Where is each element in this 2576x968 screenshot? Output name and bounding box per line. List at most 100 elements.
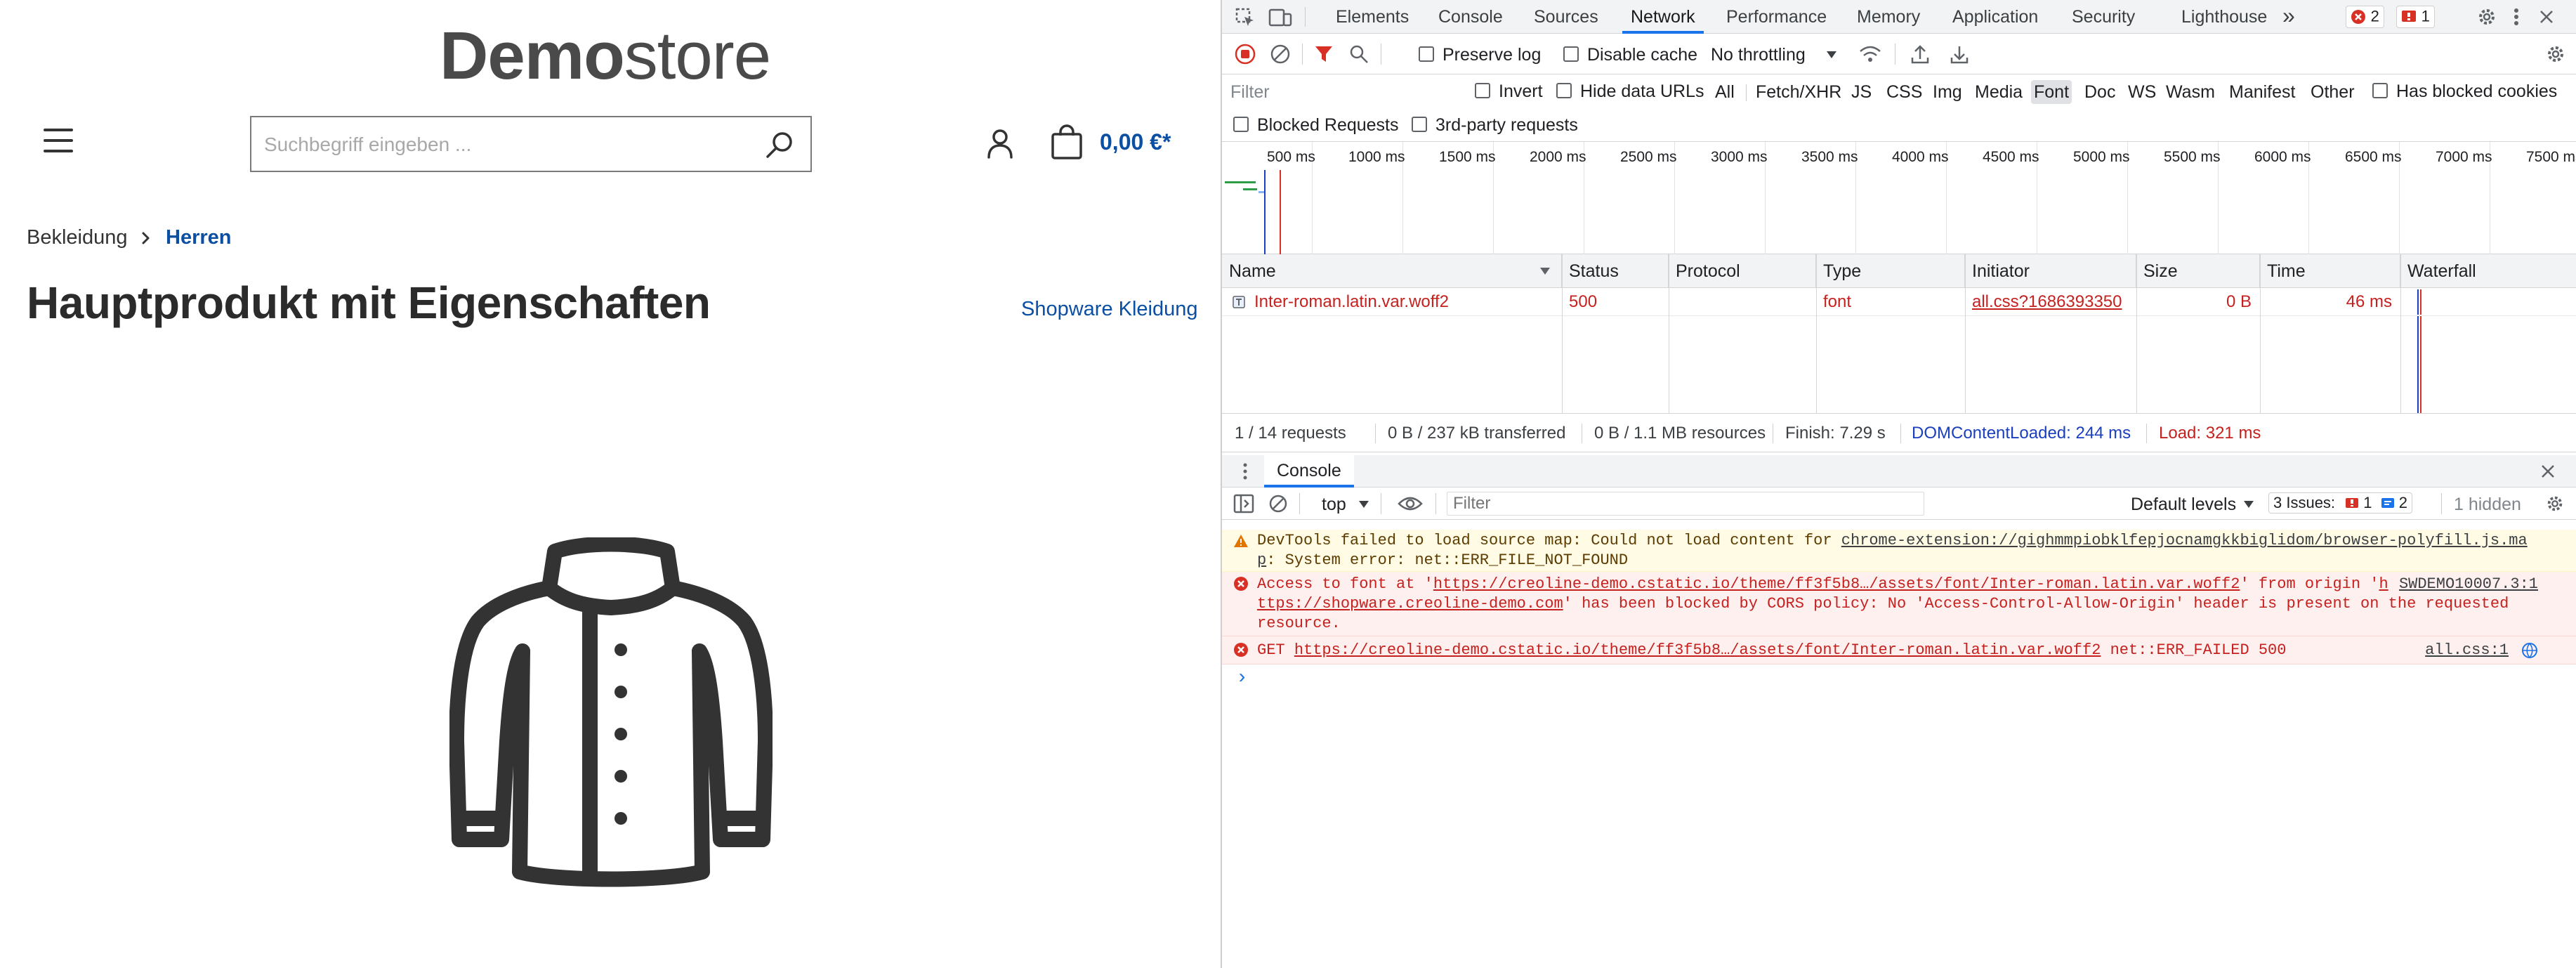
column-type[interactable]: Type [1816,254,1965,288]
request-initiator-link[interactable]: all.css?1686393350 [1965,288,2122,316]
settings-gear-icon[interactable] [2476,6,2497,27]
account-icon[interactable] [983,126,1017,160]
column-name[interactable]: Name [1222,254,1562,288]
menu-icon[interactable] [44,129,73,152]
tab-application[interactable]: Application [1952,0,2038,34]
console-sidebar-icon[interactable] [1233,494,1254,514]
tab-memory[interactable]: Memory [1857,0,1920,34]
column-initiator[interactable]: Initiator [1965,254,2136,288]
filter-type-manifest[interactable]: Manifest [2226,80,2298,104]
tab-lighthouse[interactable]: Lighthouse [2181,0,2267,34]
sourcemap-link-cont[interactable]: p [1257,551,1266,569]
disable-cache-checkbox[interactable] [1563,46,1579,62]
filter-funnel-icon[interactable] [1313,44,1334,65]
column-protocol[interactable]: Protocol [1669,254,1816,288]
timeline-tick: 3000 ms [1711,149,1768,165]
filter-type-css[interactable]: CSS [1884,80,1925,104]
console-prompt-icon[interactable]: › [1236,667,1248,689]
network-request-globe-icon[interactable] [2521,642,2538,659]
console-settings-gear-icon[interactable] [2545,494,2565,514]
tab-elements[interactable]: Elements [1336,0,1409,34]
more-options-icon[interactable] [2511,6,2521,27]
filter-type-font[interactable]: Font [2031,80,2072,104]
table-row[interactable]: Inter-roman.latin.var.woff2 500 font all… [1222,288,2576,316]
sourcemap-link[interactable]: chrome-extension://gighmmpiobklfepjocnam… [1841,532,2528,549]
warning-text: DevTools failed to load source map: Coul… [1257,532,1841,549]
filter-type-all[interactable]: All [1712,80,1737,104]
cors-source-link[interactable]: SWDEMO10007.3:1 [2399,575,2538,594]
network-conditions-icon[interactable] [1858,44,1882,65]
cart-icon[interactable] [1049,124,1084,160]
device-toolbar-icon[interactable] [1268,7,1292,28]
tab-network[interactable]: Network [1622,0,1704,34]
context-select[interactable]: top [1322,495,1346,515]
request-name[interactable]: Inter-roman.latin.var.woff2 [1247,288,1449,316]
live-expression-eye-icon[interactable] [1398,495,1423,512]
timeline-tick: 3500 ms [1801,149,1858,165]
drawer-tab-console[interactable]: Console [1264,455,1354,488]
filter-type-js[interactable]: JS [1848,80,1874,104]
console-filter-input[interactable] [1447,492,1924,516]
close-devtools-icon[interactable] [2538,8,2555,25]
tab-performance[interactable]: Performance [1726,0,1827,34]
column-status[interactable]: Status [1562,254,1669,288]
caret-down-icon[interactable] [2243,500,2254,509]
network-filter-input[interactable] [1230,80,1462,104]
demostore-logo[interactable]: Demostore [440,22,771,90]
font-url-link[interactable]: https://creoline-demo.cstatic.io/theme/f… [1433,575,2240,593]
tab-security[interactable]: Security [2072,0,2135,34]
column-size[interactable]: Size [2136,254,2260,288]
export-har-icon[interactable] [1950,44,1969,65]
cart-total[interactable]: 0,00 €* [1100,129,1171,155]
clear-icon[interactable] [1270,44,1291,65]
preserve-log-checkbox[interactable] [1419,46,1434,62]
third-party-checkbox[interactable] [1412,117,1427,132]
manufacturer-link[interactable]: Shopware Kleidung [1021,298,1198,321]
network-settings-gear-icon[interactable] [2545,44,2566,65]
more-tabs-icon[interactable]: » [2282,0,2295,34]
throttling-select[interactable]: No throttling [1711,45,1806,65]
get-url-link[interactable]: https://creoline-demo.cstatic.io/theme/f… [1294,641,2101,659]
filter-type-ws[interactable]: WS [2125,80,2159,104]
close-drawer-icon[interactable] [2539,463,2556,480]
breadcrumb-bekleidung[interactable]: Bekleidung [27,226,128,249]
tab-sources[interactable]: Sources [1534,0,1598,34]
cors-text-end: resource. [1257,615,1341,632]
get-source-link[interactable]: all.css:1 [2425,641,2509,660]
clear-console-icon[interactable] [1268,494,1288,514]
tab-console[interactable]: Console [1438,0,1503,34]
blocked-requests-checkbox[interactable] [1233,117,1249,132]
origin-link-cont[interactable]: ttps://shopware.creoline-demo.com [1257,595,1563,613]
error-counter[interactable]: 2 [2346,6,2384,28]
warning-text-cont: : System error: net::ERR_FILE_NOT_FOUND [1266,551,1629,569]
breadcrumb-herren[interactable]: Herren [166,226,232,249]
blocked-requests-label: Blocked Requests [1257,115,1399,135]
invert-checkbox[interactable] [1475,83,1490,98]
sort-desc-icon[interactable] [1539,267,1551,275]
filter-type-doc[interactable]: Doc [2082,80,2118,104]
filter-type-wasm[interactable]: Wasm [2163,80,2218,104]
network-overview[interactable]: 500 ms 1000 ms 1500 ms 2000 ms 2500 ms 3… [1222,142,2576,254]
record-stop-icon[interactable] [1235,44,1256,65]
caret-down-icon[interactable] [1826,51,1837,59]
issues-counter[interactable]: 3 Issues: 1 2 [2268,492,2413,514]
origin-link[interactable]: h [2379,575,2388,593]
import-har-icon[interactable] [1910,44,1930,65]
column-time[interactable]: Time [2260,254,2400,288]
filter-type-other[interactable]: Other [2308,80,2358,104]
search-icon[interactable] [1348,44,1369,65]
column-waterfall[interactable]: Waterfall [2400,254,2576,288]
hide-data-urls-checkbox[interactable] [1556,83,1572,98]
disable-cache-label: Disable cache [1587,45,1698,65]
inspect-element-icon[interactable] [1235,7,1256,28]
has-blocked-cookies-checkbox[interactable] [2372,83,2388,98]
search-input[interactable] [264,130,742,159]
filter-type-fetch-xhr[interactable]: Fetch/XHR [1753,80,1844,104]
search-icon[interactable] [764,130,795,161]
default-levels-select[interactable]: Default levels [2131,495,2236,515]
caret-down-icon[interactable] [1358,500,1369,509]
filter-type-img[interactable]: Img [1930,80,1965,104]
filter-type-media[interactable]: Media [1972,80,2025,104]
warning-counter[interactable]: 1 [2396,6,2435,28]
drawer-menu-icon[interactable] [1242,462,1249,480]
